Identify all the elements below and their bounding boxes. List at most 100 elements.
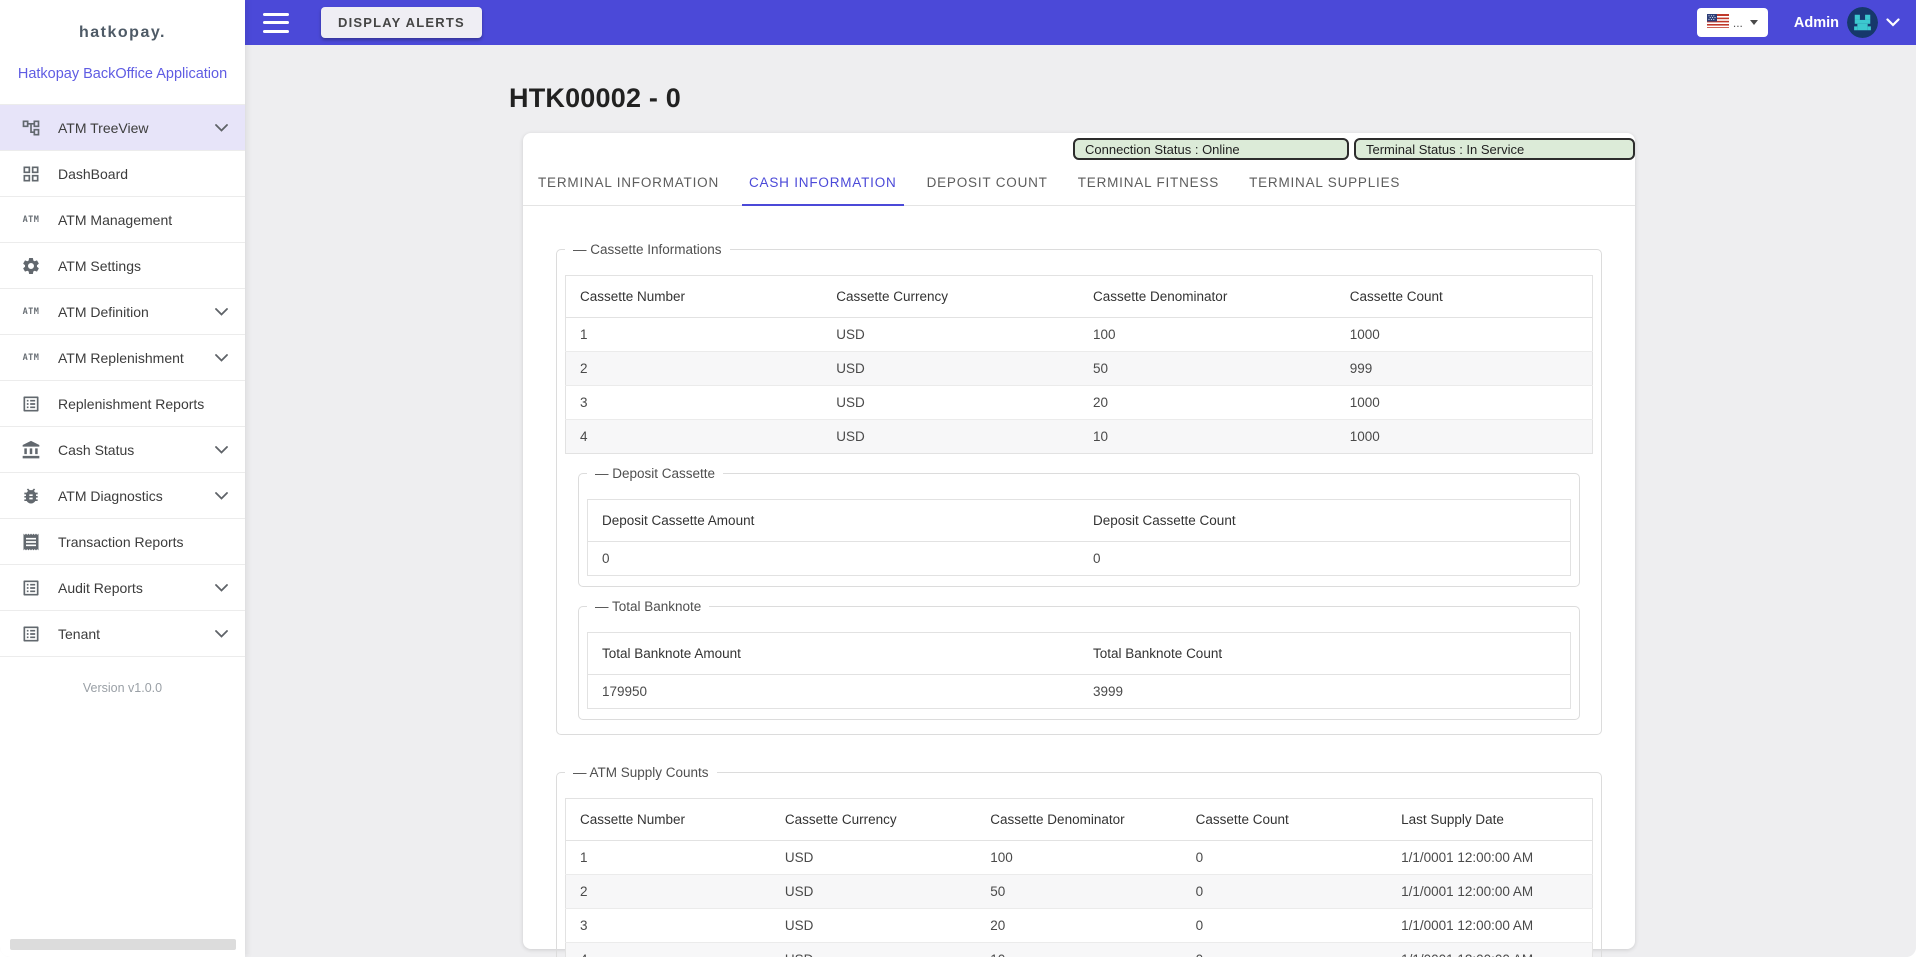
tab-deposit-count[interactable]: DEPOSIT COUNT <box>920 171 1055 205</box>
sidebar-item-tenant[interactable]: Tenant <box>0 611 245 657</box>
user-name: Admin <box>1793 14 1839 31</box>
fieldset-legend: — ATM Supply Counts <box>573 765 709 780</box>
sidebar: hatkopay. Hatkopay BackOffice Applicatio… <box>0 0 245 957</box>
cassette-informations-table: Cassette Number Cassette Currency Cassette… <box>565 275 1593 454</box>
hatkopay-logo: hatkopay. <box>79 24 166 41</box>
column-header-cassette-number: Cassette Number <box>565 275 823 318</box>
tab-terminal-supplies[interactable]: TERMINAL SUPPLIES <box>1242 171 1407 205</box>
table-cell: USD <box>822 317 1079 352</box>
sidebar-item-atm-definition[interactable]: ATM ATM Definition <box>0 289 245 335</box>
language-selector[interactable]: ... <box>1696 8 1768 37</box>
app-window: hatkopay. Hatkopay BackOffice Applicatio… <box>0 0 1916 957</box>
table-row: 1 USD 100 1000 <box>565 317 1593 352</box>
sidebar-item-label: ATM Diagnostics <box>58 487 163 504</box>
column-header-last-supply-date: Last Supply Date <box>1387 798 1593 841</box>
table-header-row: Deposit Cassette Amount Deposit Cassette … <box>587 499 1571 542</box>
sidebar-horizontal-scrollbar[interactable] <box>10 939 236 950</box>
gear-icon <box>18 256 44 276</box>
menu-toggle-icon[interactable] <box>263 12 289 33</box>
atm-icon: ATM <box>22 352 40 363</box>
table-cell: 1/1/0001 12:00:00 AM <box>1387 840 1593 875</box>
atm-supply-counts-table: Cassette Number Cassette Currency Cassette… <box>565 798 1593 957</box>
sidebar-menu: ATM TreeView DashBoard ATM ATM Management AT… <box>0 104 245 657</box>
table-cell: USD <box>771 943 976 957</box>
sidebar-item-atm-settings[interactable]: ATM Settings <box>0 243 245 289</box>
page-title: HTK00002 - 0 <box>509 83 681 113</box>
report-icon <box>18 624 44 644</box>
table-cell: 0 <box>1093 551 1101 566</box>
table-cell: 179950 <box>602 684 648 699</box>
table-cell: 3 <box>565 908 771 943</box>
sidebar-item-label: DashBoard <box>58 165 129 182</box>
chevron-down-icon <box>215 583 231 592</box>
bank-icon <box>18 440 44 460</box>
table-cell: USD <box>822 385 1079 420</box>
table-row: 3 USD 20 0 1/1/0001 12:00:00 AM <box>565 908 1593 943</box>
terminal-detail-card: Connection Status : Online Terminal Statu… <box>523 133 1635 957</box>
table-cell: 0 <box>1181 908 1388 943</box>
sidebar-item-replenishment-reports[interactable]: Replenishment Reports <box>0 381 245 427</box>
bug-icon <box>18 486 44 506</box>
table-cell: 2 <box>565 351 823 386</box>
column-header-cassette-denominator: Cassette Denominator <box>976 798 1182 841</box>
display-alerts-button[interactable]: DISPLAY ALERTS <box>321 7 482 38</box>
table-cell: USD <box>822 351 1079 386</box>
sidebar-item-label: Replenishment Reports <box>58 395 205 412</box>
cassette-informations-fieldset: — Cassette Informations Cassette Number C… <box>556 242 1602 735</box>
topbar: DISPLAY ALERTS ... Admin <box>245 0 1916 45</box>
treeview-icon <box>18 118 44 138</box>
cash-information-panel: — Cassette Informations Cassette Number C… <box>523 206 1635 957</box>
chevron-down-icon <box>215 491 231 500</box>
chevron-down-icon <box>215 353 231 362</box>
table-row: 4USD1001/1/0001 12:00:00 AM <box>565 942 1593 957</box>
status-badge-connection-status: Connection Status : Online <box>1073 138 1349 160</box>
table-cell: 10 <box>1093 429 1109 444</box>
chevron-down-icon <box>215 445 231 454</box>
column-header-cassette-count: Cassette Count <box>1335 275 1593 318</box>
table-cell: USD <box>770 908 977 943</box>
sidebar-item-audit-reports[interactable]: Audit Reports <box>0 565 245 611</box>
app-title-link[interactable]: Hatkopay BackOffice Application <box>0 66 245 82</box>
sidebar-item-label: ATM Replenishment <box>58 349 184 366</box>
sidebar-item-dashboard[interactable]: DashBoard <box>0 151 245 197</box>
sidebar-item-atm-treeview[interactable]: ATM TreeView <box>0 105 245 151</box>
table-row: 4 USD 10 1000 <box>565 419 1593 454</box>
user-menu[interactable]: Admin <box>1794 7 1900 38</box>
table-cell: 0 <box>1181 840 1388 875</box>
sidebar-item-atm-replenishment[interactable]: ATM ATM Replenishment <box>0 335 245 381</box>
fieldset-legend: — Cassette Informations <box>573 242 722 257</box>
sidebar-item-atm-management[interactable]: ATM ATM Management <box>0 197 245 243</box>
sidebar-item-atm-diagnostics[interactable]: ATM Diagnostics <box>0 473 245 519</box>
table-header-row: Total Banknote Amount Total Banknote Coun… <box>587 632 1571 675</box>
chevron-down-icon <box>215 629 231 638</box>
table-cell: 20 <box>976 908 1182 943</box>
table-cell: 50 <box>976 874 1182 909</box>
tab-terminal-fitness[interactable]: TERMINAL FITNESS <box>1071 171 1226 205</box>
column-header-cassette-number: Cassette Number <box>565 798 771 841</box>
table-cell: 1 <box>565 840 771 875</box>
table-cell: 100 <box>1079 317 1336 352</box>
table-cell: 1000 <box>1335 385 1593 420</box>
sidebar-item-cash-status[interactable]: Cash Status <box>0 427 245 473</box>
sidebar-item-label: Audit Reports <box>58 579 143 596</box>
main-content: HTK00002 - 0 Connection Status : Online T… <box>245 45 1916 957</box>
topbar-right: ... Admin <box>1696 7 1900 38</box>
table-cell: 0 <box>1181 874 1388 909</box>
sidebar-item-label: ATM Management <box>58 211 173 228</box>
sidebar-item-label: Tenant <box>58 625 101 642</box>
table-cell: 2 <box>565 874 771 909</box>
tab-terminal-information[interactable]: TERMINAL INFORMATION <box>531 171 726 205</box>
table-cell: 4 <box>580 429 588 444</box>
sidebar-item-transaction-reports[interactable]: Transaction Reports <box>0 519 245 565</box>
table-cell: 1000 <box>1349 429 1380 444</box>
sidebar-item-label: Cash Status <box>58 441 135 458</box>
column-header-cassette-currency: Cassette Currency <box>822 275 1079 318</box>
table-row: 2 USD 50 999 <box>565 351 1593 386</box>
table-cell: USD <box>770 874 977 909</box>
table-cell: 20 <box>1079 385 1336 420</box>
report-icon <box>18 394 44 414</box>
table-cell: 4 <box>566 943 771 957</box>
column-header-deposit-cassette-amount: Deposit Cassette Amount <box>587 499 1079 542</box>
table-cell: 100 <box>976 840 1182 875</box>
tab-cash-information[interactable]: CASH INFORMATION <box>742 171 904 206</box>
